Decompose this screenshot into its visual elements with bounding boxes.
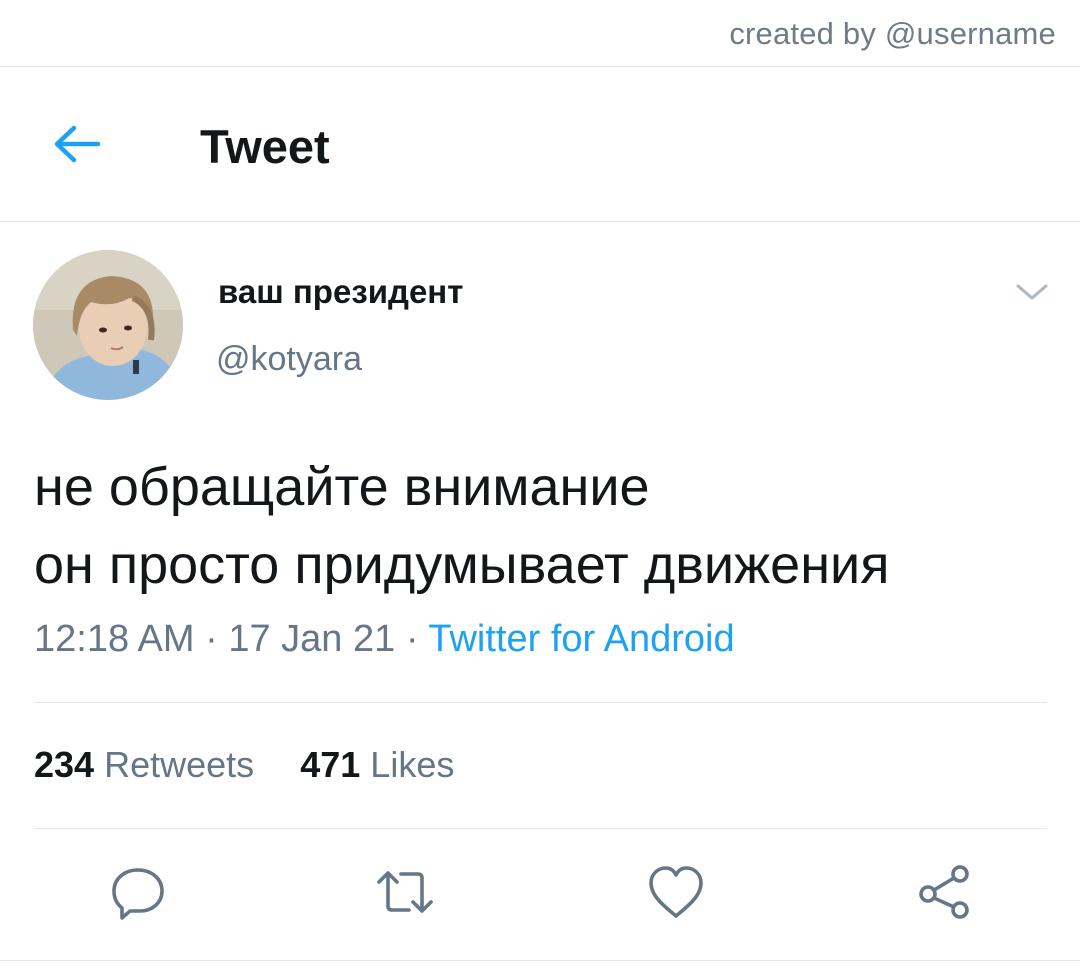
retweet-icon[interactable] [375,862,435,922]
share-icon[interactable] [914,862,974,922]
tweet-text-line: не обращайте внимание [34,457,650,517]
tweet-source-link[interactable]: Twitter for Android [428,618,734,660]
arrow-left-icon[interactable] [50,123,102,165]
tweet-text: не обращайте внимание он просто придумыв… [34,448,1054,604]
chevron-down-icon[interactable] [1014,280,1050,304]
likes-label: Likes [370,744,455,785]
meta-separator: · [405,618,419,660]
retweets-count: 234 [34,744,95,785]
tweet-text-line: он просто придумывает движения [34,535,890,595]
credit-text: created by @username [729,16,1056,51]
avatar[interactable] [33,250,183,400]
retweets-label: Retweets [104,744,255,785]
tweet-time: 12:18 AM [34,618,195,660]
avatar-image [33,250,183,400]
bottom-divider [0,960,1080,961]
divider [34,828,1047,829]
tweet-stats: 234 Retweets 471 Likes [34,744,454,786]
tweet-date: 17 Jan 21 [228,618,396,660]
retweets-stat[interactable]: 234 Retweets [34,744,254,785]
meta-separator: · [205,618,218,660]
like-icon[interactable] [646,862,706,922]
likes-stat[interactable]: 471 Likes [300,744,454,785]
author-display-name[interactable]: ваш президент [218,273,463,311]
likes-count: 471 [300,744,361,785]
header: Tweet [0,67,1080,222]
divider [34,702,1047,703]
page-title: Tweet [200,120,330,173]
tweet-meta: 12:18 AM · 17 Jan 21 · Twitter for Andro… [34,618,735,661]
author-handle[interactable]: @kotyara [216,340,362,379]
reply-icon[interactable] [108,862,168,922]
credit-bar: created by @username [0,0,1080,67]
